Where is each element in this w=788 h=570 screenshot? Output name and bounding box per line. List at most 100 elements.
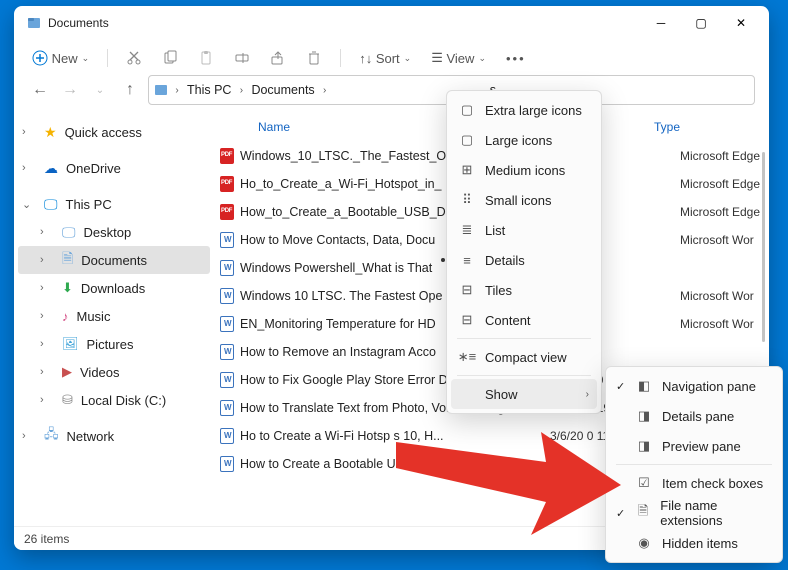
- doc-icon: [220, 372, 234, 388]
- pdf-icon: [220, 148, 234, 164]
- menu-compact[interactable]: ∗≡Compact view: [451, 342, 597, 372]
- desktop-icon: 🖵: [62, 224, 76, 241]
- nav-desktop[interactable]: ›🖵Desktop: [18, 218, 210, 246]
- music-icon: ♪: [62, 309, 69, 324]
- download-icon: ⬇: [62, 280, 73, 296]
- eye-icon: ◉: [636, 535, 652, 551]
- toolbar-sep: [340, 49, 341, 67]
- breadcrumb-sep[interactable]: ›: [317, 85, 333, 96]
- menu-sep: [616, 464, 772, 465]
- file-type: Microsoft Edge: [680, 149, 760, 163]
- grid-icon: ▢: [459, 132, 475, 148]
- sort-button[interactable]: ↑↓ Sort⌄: [351, 44, 419, 72]
- titlebar[interactable]: Documents ─ ▢ ✕: [14, 6, 769, 40]
- cut-icon: [126, 50, 142, 66]
- menu-content[interactable]: ⊟Content: [451, 305, 597, 335]
- recent-button[interactable]: ⌄: [88, 78, 112, 102]
- view-button[interactable]: ☰ View⌄: [423, 44, 494, 72]
- grid-icon: ⊞: [459, 162, 475, 178]
- chevron-right-icon: ›: [586, 389, 589, 400]
- menu-large-icons[interactable]: ▢Large icons: [451, 125, 597, 155]
- compact-icon: ∗≡: [459, 349, 475, 365]
- breadcrumb-sep[interactable]: ›: [169, 85, 185, 96]
- list-icon: ≣: [459, 222, 475, 238]
- menu-list[interactable]: ≣List: [451, 215, 597, 245]
- menu-medium-icons[interactable]: ⊞Medium icons: [451, 155, 597, 185]
- pc-icon: 🖵: [44, 196, 58, 213]
- videos-icon: ▶: [62, 364, 72, 380]
- nav-quick-access[interactable]: ›★Quick access: [18, 118, 210, 146]
- breadcrumb-sep[interactable]: ›: [233, 85, 249, 96]
- share-button[interactable]: [262, 44, 294, 72]
- grid-icon: ⠿: [459, 192, 475, 208]
- doc-icon: [220, 456, 234, 472]
- back-button[interactable]: ←: [28, 78, 52, 102]
- nav-network[interactable]: ›🖧Network: [18, 422, 210, 450]
- pictures-icon: 🖼: [62, 336, 79, 352]
- breadcrumb[interactable]: Documents: [249, 83, 316, 97]
- doc-icon: [220, 316, 234, 332]
- copy-button[interactable]: [154, 44, 186, 72]
- menu-hidden-items[interactable]: ◉Hidden items: [610, 528, 778, 558]
- minimize-button[interactable]: ─: [641, 8, 681, 38]
- scrollbar[interactable]: [762, 152, 765, 342]
- file-type: Microsoft Edge: [680, 177, 760, 191]
- menu-details[interactable]: ≡Details: [451, 245, 597, 275]
- cut-button[interactable]: [118, 44, 150, 72]
- folder-icon: [26, 15, 42, 31]
- close-button[interactable]: ✕: [721, 8, 761, 38]
- tiles-icon: ⊟: [459, 282, 475, 298]
- file-name: How to Create a Bootable USB: [240, 457, 550, 471]
- menu-extra-large-icons[interactable]: ▢Extra large icons: [451, 95, 597, 125]
- view-menu: ▢Extra large icons ▢Large icons ⊞Medium …: [446, 90, 602, 414]
- up-button[interactable]: ↑: [118, 78, 142, 102]
- menu-small-icons[interactable]: ⠿Small icons: [451, 185, 597, 215]
- nav-this-pc[interactable]: ⌄🖵This PC: [18, 190, 210, 218]
- file-type: Microsoft Wor: [680, 317, 754, 331]
- navigation-pane: ›★Quick access ›☁OneDrive ⌄🖵This PC ›🖵De…: [14, 112, 214, 512]
- delete-icon: [306, 50, 322, 66]
- paste-button[interactable]: [190, 44, 222, 72]
- window-title: Documents: [48, 16, 109, 30]
- nav-pictures[interactable]: ›🖼Pictures: [18, 330, 210, 358]
- menu-details-pane[interactable]: ◨Details pane: [610, 401, 778, 431]
- forward-button[interactable]: →: [58, 78, 82, 102]
- show-submenu: ✓◧Navigation pane ◨Details pane ◨Preview…: [605, 366, 783, 563]
- pdf-icon: [220, 176, 234, 192]
- file-name: Ho to Create a Wi-Fi Hotsp s 10, H...: [240, 429, 550, 443]
- nav-downloads[interactable]: ›⬇Downloads: [18, 274, 210, 302]
- details-icon: ≡: [459, 252, 475, 268]
- folder-icon: [153, 82, 169, 98]
- rename-button[interactable]: [226, 44, 258, 72]
- menu-file-name-extensions[interactable]: ✓🗎File name extensions: [610, 498, 778, 528]
- navigation-row: ← → ⌄ ↑ › This PC › Documents › s: [14, 76, 769, 112]
- menu-show[interactable]: Show›: [451, 379, 597, 409]
- content-icon: ⊟: [459, 312, 475, 328]
- maximize-button[interactable]: ▢: [681, 8, 721, 38]
- pane-icon: ◨: [636, 408, 652, 424]
- nav-local-disk[interactable]: ›⛁Local Disk (C:): [18, 386, 210, 414]
- menu-preview-pane[interactable]: ◨Preview pane: [610, 431, 778, 461]
- menu-item-check-boxes[interactable]: ☑Item check boxes: [610, 468, 778, 498]
- nav-documents[interactable]: ›🗎Documents: [18, 246, 210, 274]
- new-button[interactable]: New⌄: [24, 44, 97, 72]
- menu-navigation-pane[interactable]: ✓◧Navigation pane: [610, 371, 778, 401]
- doc-icon: [220, 232, 234, 248]
- documents-icon: 🗎: [62, 248, 73, 272]
- nav-videos[interactable]: ›▶Videos: [18, 358, 210, 386]
- delete-button[interactable]: [298, 44, 330, 72]
- doc-icon: [220, 428, 234, 444]
- pdf-icon: [220, 204, 234, 220]
- menu-sep: [457, 338, 591, 339]
- nav-onedrive[interactable]: ›☁OneDrive: [18, 154, 210, 182]
- disk-icon: ⛁: [62, 392, 73, 408]
- more-button[interactable]: •••: [498, 44, 534, 72]
- file-icon: 🗎: [636, 505, 650, 521]
- share-icon: [270, 50, 286, 66]
- doc-icon: [220, 400, 234, 416]
- star-icon: ★: [44, 124, 57, 141]
- nav-music[interactable]: ›♪Music: [18, 302, 210, 330]
- checkbox-icon: ☑: [636, 475, 652, 491]
- breadcrumb[interactable]: This PC: [185, 83, 233, 97]
- menu-tiles[interactable]: ⊟Tiles: [451, 275, 597, 305]
